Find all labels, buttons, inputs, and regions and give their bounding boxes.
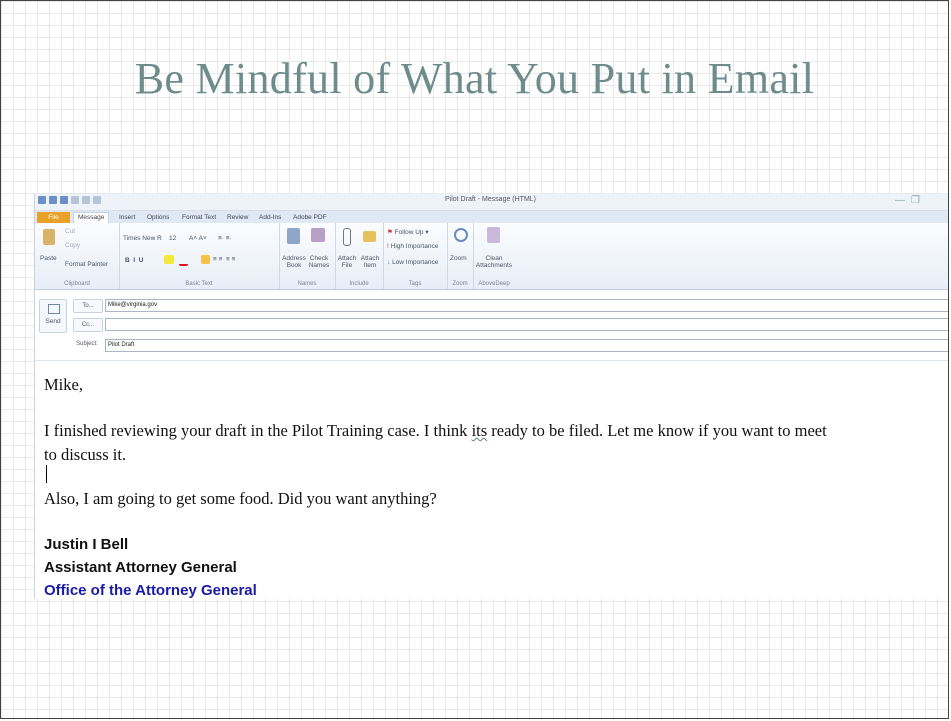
title-bar: Pilot Draft - Message (HTML) — ❐ [35, 194, 948, 211]
check-names-button[interactable]: Check Names [307, 255, 331, 269]
down-arrow-icon[interactable] [93, 196, 101, 204]
tab-file[interactable]: File [37, 212, 70, 223]
font-color-icon[interactable] [179, 255, 188, 266]
tab-adobe-pdf[interactable]: Adobe PDF [289, 212, 331, 223]
envelope-icon[interactable] [363, 231, 376, 242]
cc-field[interactable] [105, 318, 948, 331]
exclamation-icon: ! [387, 243, 389, 250]
slide: Be Mindful of What You Put in Email Pilo… [0, 0, 949, 719]
list-icons[interactable]: ≡· ≡· [218, 235, 232, 242]
para1-spellcheck-word: its [471, 421, 488, 440]
cut-button[interactable]: Cut [65, 228, 75, 235]
names-label: Names [297, 281, 317, 287]
align-left-icon[interactable] [201, 255, 210, 264]
clean-attachments-icon[interactable] [487, 227, 500, 243]
outlook-icon [38, 196, 46, 204]
down-arrow-importance-icon: ↓ [387, 259, 391, 266]
para1-text-a: I finished reviewing your draft in the P… [44, 421, 472, 440]
ribbon-tabs: File Message Insert Options Format Text … [35, 211, 948, 224]
slide-title: Be Mindful of What You Put in Email [134, 54, 815, 103]
zoom-button[interactable]: Zoom [450, 255, 467, 262]
low-importance-label: Low Importance [392, 259, 439, 266]
clipboard-label: Clipboard [64, 281, 90, 287]
clean-attachments-button[interactable]: Clean Attachments [474, 255, 514, 269]
follow-up-label: Follow Up [394, 229, 424, 236]
window-title: Pilot Draft - Message (HTML) [445, 196, 537, 203]
tab-options[interactable]: Options [143, 212, 173, 223]
save-icon[interactable] [49, 196, 57, 204]
align-icons[interactable]: ≡ ≡ ≡ ≡ [213, 256, 235, 263]
clipboard-group: Paste Cut Copy Format Painter Clipboard [35, 223, 120, 289]
attachments-group: Clean Attachments AboveDeep [473, 223, 515, 289]
to-button[interactable]: To... [73, 299, 103, 313]
signature-name: Justin I Bell [44, 536, 129, 553]
high-importance-label: High Importance [390, 243, 439, 250]
basic-text-label: Basic Text [185, 281, 213, 287]
names-group: Address Book Check Names Names [279, 223, 336, 289]
tab-review[interactable]: Review [223, 212, 252, 223]
subject-field[interactable]: Pilot Draft [105, 339, 948, 352]
send-button[interactable]: Send [39, 299, 67, 333]
greeting-text: Mike, [44, 375, 83, 394]
quick-access-toolbar [38, 196, 101, 206]
format-painter-button[interactable]: Format Painter [65, 261, 108, 268]
copy-button[interactable]: Copy [65, 242, 80, 249]
include-group: Attach File Attach Item Include [335, 223, 384, 289]
paste-button[interactable]: Paste [40, 255, 57, 262]
magnifier-icon[interactable] [454, 228, 468, 242]
format-icons[interactable]: B I U [125, 257, 143, 264]
low-importance-button[interactable]: ↓ Low Importance [387, 259, 438, 266]
zoom-group: Zoom Zoom [447, 223, 474, 289]
address-book-icon[interactable] [287, 228, 300, 244]
tab-format-text[interactable]: Format Text [178, 212, 220, 223]
send-label: Send [45, 318, 61, 325]
tags-group: ⚑ Follow Up ▾ ! High Importance ↓ Low Im… [383, 223, 448, 289]
paste-icon[interactable] [43, 229, 55, 245]
minimize-icon[interactable]: — [895, 195, 905, 206]
address-book-button[interactable]: Address Book [282, 255, 306, 269]
include-label: Include [349, 281, 369, 287]
signature-title: Assistant Attorney General [44, 559, 237, 576]
undo-icon[interactable] [60, 196, 68, 204]
paperclip-icon[interactable] [343, 228, 351, 246]
paragraph-2: Also, I am going to get some food. Did y… [44, 489, 437, 508]
attach-file-button[interactable]: Attach File [337, 255, 357, 269]
tab-add-ins[interactable]: Add-Ins [255, 212, 285, 223]
check-names-icon[interactable] [311, 228, 325, 242]
to-field[interactable]: Mike@virginia.gov [105, 299, 948, 312]
paragraph-1-line-2: to discuss it. [44, 445, 127, 464]
attachments-label: AboveDeep [478, 281, 510, 287]
attach-item-button[interactable]: Attach Item [359, 255, 381, 269]
highlight-icon[interactable] [164, 255, 174, 264]
tags-label: Tags [408, 281, 422, 287]
font-size-select[interactable]: 12 [169, 235, 176, 242]
outlook-compose-window: Pilot Draft - Message (HTML) — ❐ File Me… [34, 194, 948, 599]
ribbon: Paste Cut Copy Format Painter Clipboard … [35, 223, 948, 290]
up-arrow-icon[interactable] [82, 196, 90, 204]
font-select[interactable]: Times New R [123, 235, 162, 242]
cc-button[interactable]: Cc... [73, 318, 103, 332]
tab-insert[interactable]: Insert [115, 212, 139, 223]
message-body[interactable]: Mike, I finished reviewing your draft in… [35, 360, 948, 599]
paragraph-1-line-1: I finished reviewing your draft in the P… [44, 421, 827, 441]
basic-text-group: Times New R 12 A˄ A˅ ≡· ≡· B I U ≡ ≡ ≡ ≡… [119, 223, 280, 289]
flag-icon: ⚑ [387, 229, 393, 236]
grow-shrink-font-icon[interactable]: A˄ A˅ [189, 235, 207, 242]
restore-icon[interactable]: ❐ [911, 195, 920, 206]
follow-up-button[interactable]: ⚑ Follow Up ▾ [387, 228, 429, 236]
zoom-label: Zoom [452, 281, 468, 287]
signature-office: Office of the Attorney General [44, 582, 257, 599]
para1-text-b: ready to be filed. Let me know if you wa… [487, 421, 827, 440]
message-header: Send To... Mike@virginia.gov Cc... Subje… [35, 290, 948, 360]
send-icon [48, 304, 60, 314]
text-cursor [46, 465, 47, 483]
subject-label: Subject: [76, 341, 98, 347]
high-importance-button[interactable]: ! High Importance [387, 243, 438, 250]
redo-icon[interactable] [71, 196, 79, 204]
